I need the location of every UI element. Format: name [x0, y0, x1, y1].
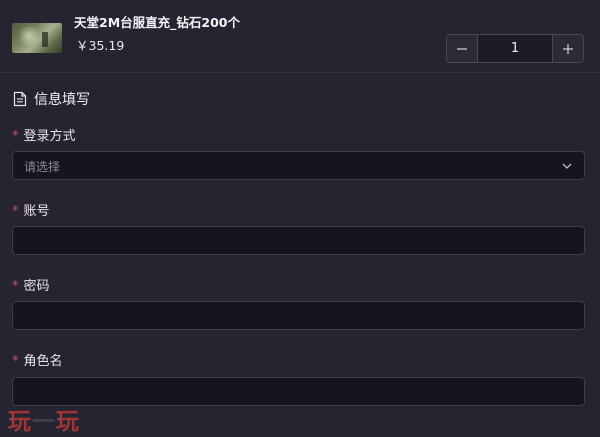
- password-input[interactable]: [12, 301, 585, 330]
- document-icon: [13, 91, 27, 107]
- watermark-char: 一: [32, 409, 56, 435]
- login-method-select[interactable]: 请选择: [12, 151, 585, 180]
- watermark-char: 玩: [56, 409, 80, 435]
- account-label: * 账号: [12, 200, 50, 219]
- increase-quantity-button[interactable]: [552, 35, 583, 62]
- login-method-placeholder: 请选择: [24, 160, 61, 174]
- minus-icon: [457, 48, 467, 50]
- quantity-stepper: 1: [446, 34, 584, 63]
- login-method-label-text: 登录方式: [23, 129, 76, 144]
- section-title: 信息填写: [34, 92, 90, 108]
- plus-icon: [563, 44, 573, 54]
- product-price: ￥35.19: [76, 38, 125, 53]
- account-input[interactable]: [12, 226, 585, 255]
- product-row: 天堂2M台服直充_钻石200个 ￥35.19 1: [0, 0, 600, 72]
- decrease-quantity-button[interactable]: [447, 35, 478, 62]
- watermark-logo: 玩一玩: [8, 402, 80, 436]
- required-marker: *: [12, 354, 19, 369]
- required-marker: *: [12, 279, 19, 294]
- chevron-down-icon: [562, 163, 572, 169]
- password-label: * 密码: [12, 275, 50, 294]
- character-name-input[interactable]: [12, 377, 585, 406]
- section-heading: 信息填写: [13, 89, 90, 109]
- watermark-char: 玩: [8, 409, 32, 435]
- password-label-text: 密码: [23, 279, 50, 294]
- required-marker: *: [12, 204, 19, 219]
- character-name-label: * 角色名: [12, 350, 63, 369]
- required-marker: *: [12, 129, 19, 144]
- account-label-text: 账号: [23, 204, 50, 219]
- login-method-label: * 登录方式: [12, 125, 76, 144]
- product-thumbnail: [12, 23, 62, 53]
- character-name-label-text: 角色名: [23, 354, 63, 369]
- divider: [0, 72, 600, 73]
- product-title: 天堂2M台服直充_钻石200个: [74, 15, 240, 30]
- quantity-value[interactable]: 1: [478, 35, 552, 62]
